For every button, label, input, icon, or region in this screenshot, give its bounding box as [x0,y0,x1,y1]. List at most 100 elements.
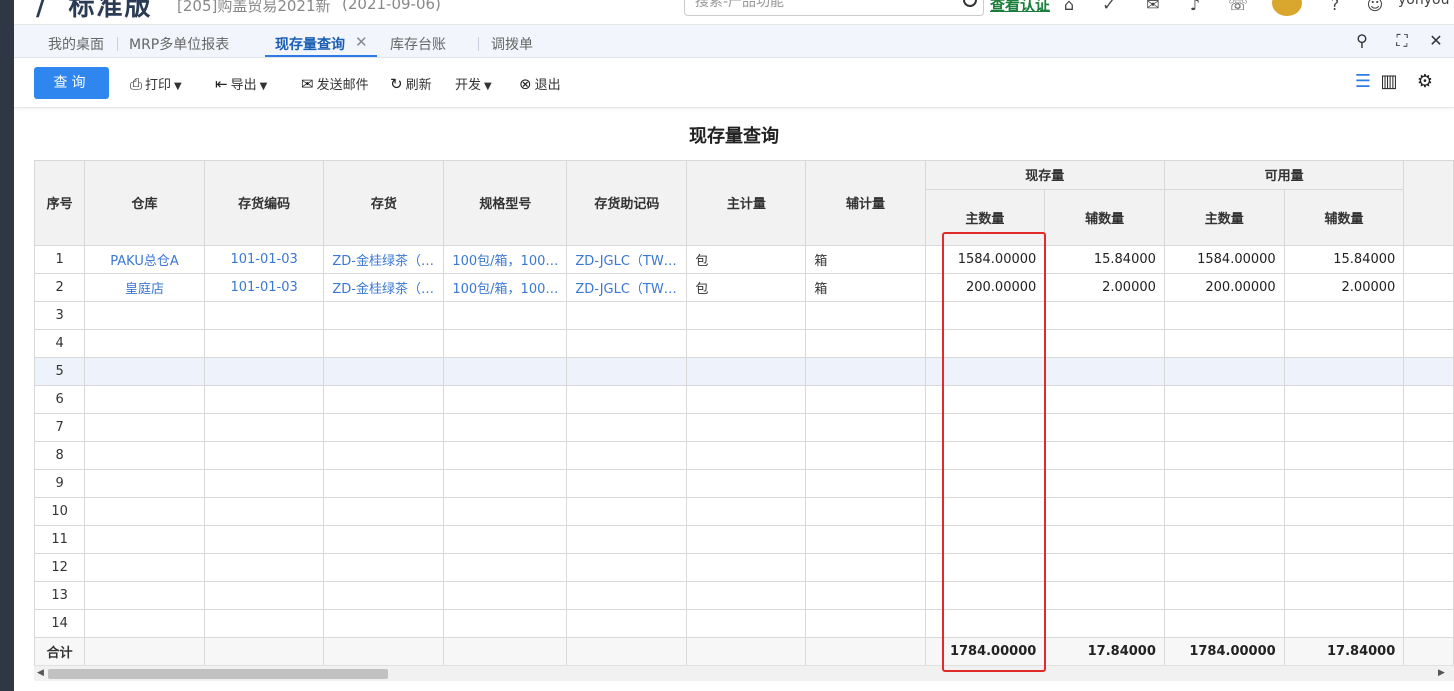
row-item[interactable] [323,385,445,414]
row-warehouse[interactable] [84,413,205,442]
fullscreen-icon[interactable]: ⛶ [1392,31,1412,51]
task-icon[interactable]: ✓ [1100,0,1118,14]
header-warehouse[interactable]: 仓库 [84,161,205,246]
row-item[interactable] [323,329,445,358]
row-item[interactable] [323,525,445,554]
header-mnemonic[interactable]: 存货助记码 [566,161,688,246]
header-available-main-qty[interactable]: 主数量 [1164,189,1285,246]
row-item-code[interactable] [204,441,325,470]
row-warehouse[interactable] [84,553,205,582]
row-item-code[interactable] [204,301,325,330]
row-spec[interactable] [443,385,568,414]
row-item-code[interactable] [204,609,325,638]
tab-mrp-report[interactable]: MRP多单位报表 [129,34,229,54]
row-mnemonic[interactable] [566,497,688,526]
user-icon[interactable]: ☺ [1366,0,1384,14]
develop-button[interactable]: 开发 ▼ [455,74,492,93]
row-item[interactable] [323,301,445,330]
row-item-code[interactable] [204,525,325,554]
row-item[interactable] [323,553,445,582]
row-warehouse[interactable]: 皇庭店 [84,273,205,302]
row-spec[interactable] [443,497,568,526]
row-spec[interactable]: 100包/箱，100… [443,273,568,302]
row-item[interactable] [323,581,445,610]
row-mnemonic[interactable] [566,413,688,442]
header-onhand-main-qty[interactable]: 主数量 [925,189,1046,246]
row-mnemonic[interactable] [566,357,688,386]
table-row[interactable]: 7 [35,413,1454,442]
row-item[interactable]: ZD-金桂绿茶（… [323,273,445,302]
tab-onhand-query[interactable]: 现存量查询 [275,34,345,54]
table-row[interactable]: 9 [35,469,1454,498]
header-aux-unit[interactable]: 辅计量 [805,161,926,246]
row-item-code[interactable] [204,385,325,414]
row-mnemonic[interactable]: ZD-JGLC（TW… [566,273,688,302]
row-item-code[interactable] [204,497,325,526]
tab-stock-ledger[interactable]: 库存台账 [390,34,446,54]
header-seq[interactable]: 序号 [35,161,86,246]
table-row[interactable]: 14 [35,609,1454,638]
header-main-unit[interactable]: 主计量 [686,161,807,246]
header-onhand-aux-qty[interactable]: 辅数量 [1044,189,1165,246]
table-row[interactable]: 1 PAKU总仓A 101-01-03 ZD-金桂绿茶（… 100包/箱，100… ZD-… [35,245,1454,274]
row-warehouse[interactable] [84,301,205,330]
table-row[interactable]: 6 [35,385,1454,414]
row-spec[interactable] [443,413,568,442]
store-icon[interactable]: ⌂ [1060,0,1078,14]
bell-icon[interactable]: ♪ [1186,0,1204,14]
print-button[interactable]: ⎙ 打印 ▼ [130,74,182,93]
row-spec[interactable] [443,329,568,358]
row-item-code[interactable] [204,357,325,386]
table-row[interactable]: 13 [35,581,1454,610]
row-mnemonic[interactable] [566,301,688,330]
row-warehouse[interactable]: PAKU总仓A [84,245,205,274]
row-spec[interactable] [443,301,568,330]
row-item-code[interactable] [204,553,325,582]
row-spec[interactable]: 100包/箱，100… [443,245,568,274]
search-icon[interactable] [963,0,977,7]
row-item[interactable] [323,357,445,386]
row-item[interactable] [323,469,445,498]
row-mnemonic[interactable] [566,385,688,414]
table-row[interactable]: 2 皇庭店 101-01-03 ZD-金桂绿茶（… 100包/箱，100… ZD-JGLC… [35,273,1454,302]
row-mnemonic[interactable] [566,329,688,358]
table-row[interactable]: 4 [35,329,1454,358]
table-row[interactable]: 10 [35,497,1454,526]
gear-icon[interactable]: ⚙ [1414,71,1436,92]
header-spec[interactable]: 规格型号 [443,161,568,246]
header-available-aux-qty[interactable]: 辅数量 [1284,189,1405,246]
close-window-icon[interactable]: ✕ [1426,31,1446,50]
user-name[interactable]: yonyou [1398,0,1449,8]
row-spec[interactable] [443,581,568,610]
row-item-code[interactable] [204,413,325,442]
table-row[interactable]: 11 [35,525,1454,554]
close-icon[interactable]: ✕ [355,33,368,51]
row-warehouse[interactable] [84,525,205,554]
row-warehouse[interactable] [84,469,205,498]
row-warehouse[interactable] [84,385,205,414]
chart-view-icon[interactable]: ▥ [1378,71,1400,92]
row-spec[interactable] [443,469,568,498]
refresh-button[interactable]: ↻ 刷新 [390,74,432,93]
row-mnemonic[interactable] [566,441,688,470]
tab-desktop[interactable]: 我的桌面 [48,34,104,54]
row-mnemonic[interactable]: ZD-JGLC（TW… [566,245,688,274]
phone-icon[interactable]: ☏ [1228,0,1248,14]
row-item[interactable] [323,609,445,638]
send-mail-button[interactable]: ✉ 发送邮件 [301,74,369,93]
table-row[interactable]: 8 [35,441,1454,470]
row-mnemonic[interactable] [566,581,688,610]
query-button[interactable]: 查询 [34,67,109,99]
tab-transfer-order[interactable]: 调拨单 [491,34,533,54]
row-item-code[interactable] [204,581,325,610]
row-warehouse[interactable] [84,609,205,638]
row-item-code[interactable] [204,469,325,498]
list-view-icon[interactable]: ☰ [1352,71,1374,92]
row-item[interactable] [323,413,445,442]
scrollbar-thumb[interactable] [48,669,388,679]
global-search-input[interactable]: 搜索-产品功能 [684,0,984,16]
row-spec[interactable] [443,609,568,638]
row-item[interactable] [323,441,445,470]
row-mnemonic[interactable] [566,525,688,554]
help-icon[interactable]: ? [1326,0,1344,14]
